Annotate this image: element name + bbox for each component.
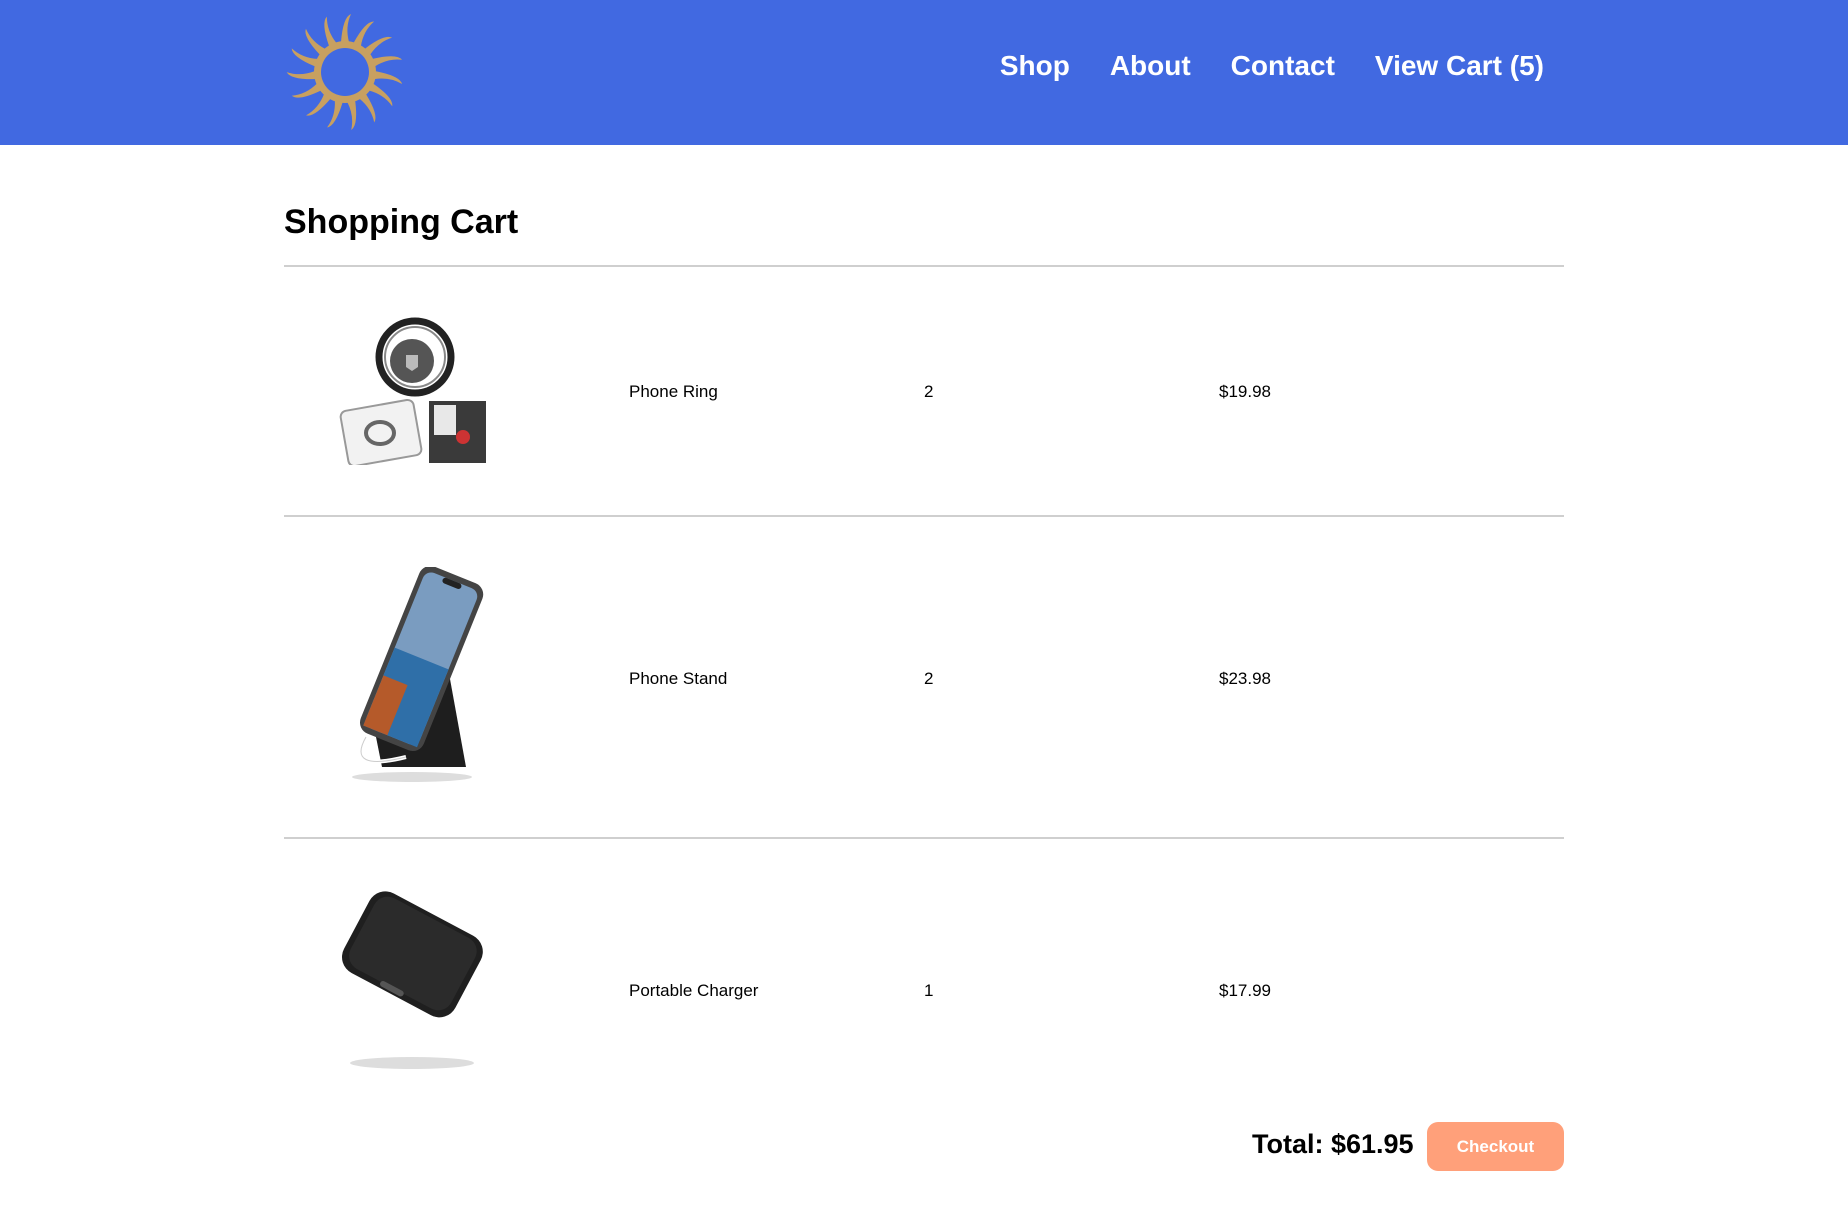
item-name: Portable Charger: [629, 981, 759, 1000]
item-quantity: 2: [924, 669, 934, 688]
cart-row-phone-stand: Phone Stand 2 $23.98: [284, 517, 1564, 837]
checkout-button[interactable]: Checkout: [1427, 1122, 1564, 1171]
phone-ring-image: [336, 315, 487, 468]
cart-row-phone-ring: Phone Ring 2 $19.98: [284, 267, 1564, 515]
nav-contact-link[interactable]: Contact: [1231, 50, 1335, 82]
page-title: Shopping Cart: [284, 203, 519, 241]
nav-shop-link[interactable]: Shop: [1000, 50, 1070, 82]
item-name: Phone Stand: [629, 669, 728, 688]
item-name: Phone Ring: [629, 382, 718, 401]
main-nav: Shop About Contact View Cart (5): [1000, 50, 1544, 82]
nav-about-link[interactable]: About: [1110, 50, 1191, 82]
portable-charger-image: [336, 887, 486, 1077]
phone-stand-image: [336, 565, 486, 787]
item-price: $19.98: [1219, 382, 1271, 401]
item-quantity: 1: [924, 981, 934, 1000]
item-price: $17.99: [1219, 981, 1271, 1000]
cart-row-portable-charger: Portable Charger 1 $17.99: [284, 839, 1564, 1109]
sun-logo-icon[interactable]: [283, 12, 407, 132]
nav-view-cart-link[interactable]: View Cart (5): [1375, 50, 1544, 82]
cart-total: Total: $61.95: [1252, 1129, 1414, 1159]
item-quantity: 2: [924, 382, 934, 401]
site-header: Shop About Contact View Cart (5): [0, 0, 1848, 145]
item-price: $23.98: [1219, 669, 1271, 688]
